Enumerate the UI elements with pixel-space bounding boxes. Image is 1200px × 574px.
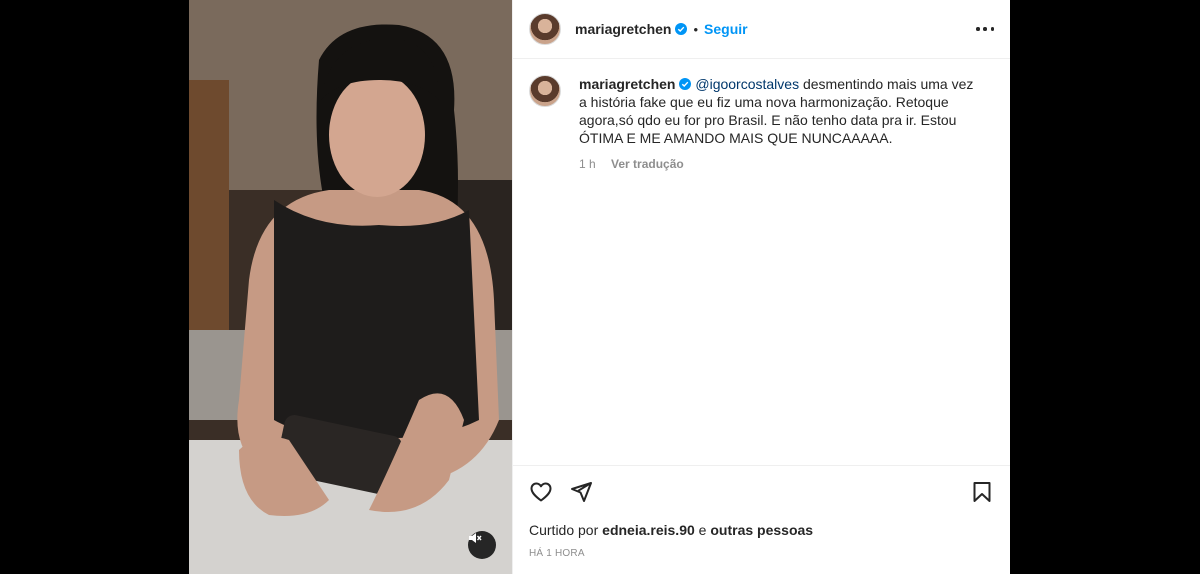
verified-badge-icon — [675, 23, 688, 35]
likes-summary: Curtido por edneia.reis.90 e outras pess… — [529, 522, 813, 538]
other-likers-link[interactable]: outras pessoas — [710, 522, 813, 538]
post-caption: mariagretchen @igoorcostalves desmentind… — [513, 59, 1010, 173]
send-icon[interactable] — [569, 480, 593, 504]
likes-connector: e — [694, 522, 711, 538]
author-avatar[interactable] — [529, 13, 561, 45]
caption-meta: 1 h Ver tradução — [579, 155, 979, 173]
see-translation-link[interactable]: Ver tradução — [611, 157, 684, 171]
muted-speaker-icon — [469, 533, 482, 543]
more-options-icon[interactable] — [976, 20, 994, 38]
author-username[interactable]: mariagretchen — [575, 21, 671, 37]
caption-body: mariagretchen @igoorcostalves desmentind… — [579, 75, 979, 173]
post-header: mariagretchen • Seguir — [513, 0, 1010, 59]
liked-by-username[interactable]: edneia.reis.90 — [602, 522, 695, 538]
heart-icon[interactable] — [529, 480, 553, 504]
post-timestamp[interactable]: HÁ 1 HORA — [529, 548, 585, 559]
action-bar — [529, 480, 994, 504]
video-frame-illustration — [189, 0, 512, 574]
follow-button[interactable]: Seguir — [704, 21, 748, 37]
caption-age: 1 h — [579, 157, 596, 171]
caption-author-username[interactable]: mariagretchen — [579, 76, 675, 92]
instagram-post: mariagretchen • Seguir mariagretchen @ig… — [189, 0, 1010, 574]
caption-mention-link[interactable]: @igoorcostalves — [695, 76, 799, 92]
post-video[interactable] — [189, 0, 512, 574]
likes-prefix: Curtido por — [529, 522, 603, 538]
caption-author-avatar[interactable] — [529, 75, 561, 107]
mute-toggle-button[interactable] — [468, 531, 496, 559]
header-separator: • — [693, 21, 699, 37]
bookmark-icon[interactable] — [970, 480, 994, 504]
post-footer: Curtido por edneia.reis.90 e outras pess… — [513, 465, 1010, 574]
verified-badge-icon — [679, 78, 692, 90]
post-sidebar: mariagretchen • Seguir mariagretchen @ig… — [512, 0, 1010, 574]
